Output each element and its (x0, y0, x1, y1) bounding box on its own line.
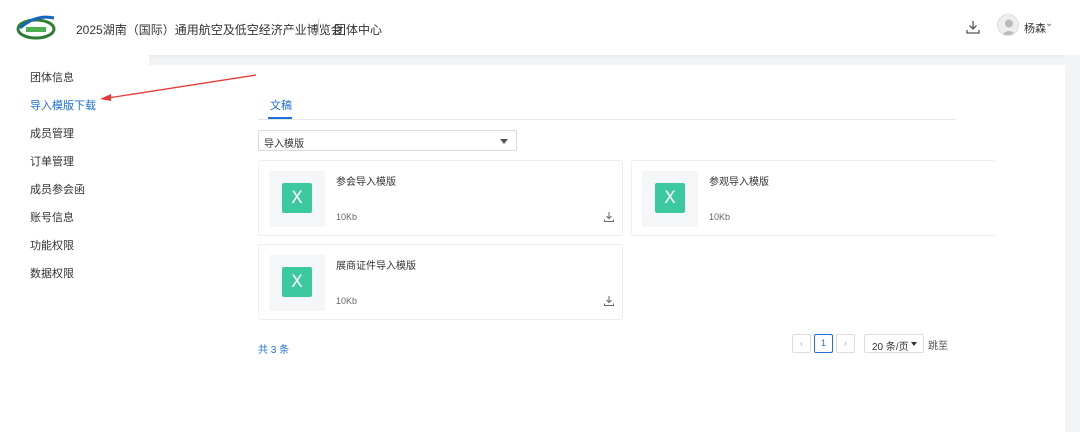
excel-file-icon: X (282, 183, 312, 213)
file-thumbnail: X (642, 171, 698, 227)
header-divider (318, 19, 319, 35)
scrollbar-track[interactable] (1065, 55, 1080, 432)
sidebar-item-group-info[interactable]: 团体信息 (30, 69, 74, 85)
chevron-down-icon[interactable]: ⌄ (1045, 18, 1053, 29)
file-thumbnail: X (269, 171, 325, 227)
sidebar-item-member-management[interactable]: 成员管理 (30, 125, 74, 141)
caret-down-icon (911, 342, 917, 346)
template-name: 参观导入模版 (709, 177, 769, 188)
user-name[interactable]: 杨森 (1024, 20, 1046, 36)
site-title: 2025湖南（国际）通用航空及低空经济产业博览会 (76, 23, 343, 37)
page-size-value: 20 条/页 (872, 342, 909, 353)
excel-file-icon: X (282, 267, 312, 297)
total-count: 共 3 条 (258, 345, 290, 356)
sidebar-item-account-info[interactable]: 账号信息 (30, 209, 74, 225)
template-size: 10Kb (336, 212, 358, 222)
template-name: 展商证件导入模版 (336, 261, 416, 272)
template-card-visitor[interactable]: X 参观导入模版 10Kb (631, 160, 996, 236)
select-value: 导入模版 (264, 139, 304, 150)
excel-file-icon: X (655, 183, 685, 213)
pagination-next-button[interactable]: › (836, 334, 855, 353)
sidebar-item-member-invitation[interactable]: 成员参会函 (30, 181, 85, 197)
pagination-prev-button[interactable]: ‹ (792, 334, 811, 353)
pagination-page-1[interactable]: 1 (814, 334, 833, 353)
template-type-select[interactable]: 导入模版 (258, 130, 517, 151)
group-center-title[interactable]: 团体中心 (334, 21, 382, 38)
template-card-exhibitor-badge[interactable]: X 展商证件导入模版 10Kb (258, 244, 623, 320)
tab-documents[interactable]: 文稿 (270, 97, 292, 113)
file-thumbnail: X (269, 255, 325, 311)
sidebar-item-data-permissions[interactable]: 数据权限 (30, 265, 74, 281)
sidebar-item-function-permissions[interactable]: 功能权限 (30, 237, 74, 253)
template-card-attendee[interactable]: X 参会导入模版 10Kb (258, 160, 623, 236)
download-icon[interactable] (965, 19, 981, 35)
template-size: 10Kb (336, 296, 358, 306)
page-size-select[interactable]: 20 条/页 (864, 334, 924, 353)
user-avatar-icon[interactable] (997, 14, 1019, 36)
expo-logo-icon[interactable] (14, 12, 58, 42)
sidebar-item-order-management[interactable]: 订单管理 (30, 153, 74, 169)
pagination-jump-label: 跳至 (928, 341, 948, 352)
download-icon[interactable] (603, 295, 615, 307)
template-size: 10Kb (709, 212, 731, 222)
sidebar-item-template-download[interactable]: 导入模版下载 (30, 97, 96, 113)
caret-down-icon (500, 139, 508, 144)
template-name: 参会导入模版 (336, 177, 396, 188)
download-icon[interactable] (603, 211, 615, 223)
top-header: 2025湖南（国际）通用航空及低空经济产业博览会 团体中心 杨森 ⌄ (0, 0, 1080, 55)
tab-divider (258, 119, 956, 120)
